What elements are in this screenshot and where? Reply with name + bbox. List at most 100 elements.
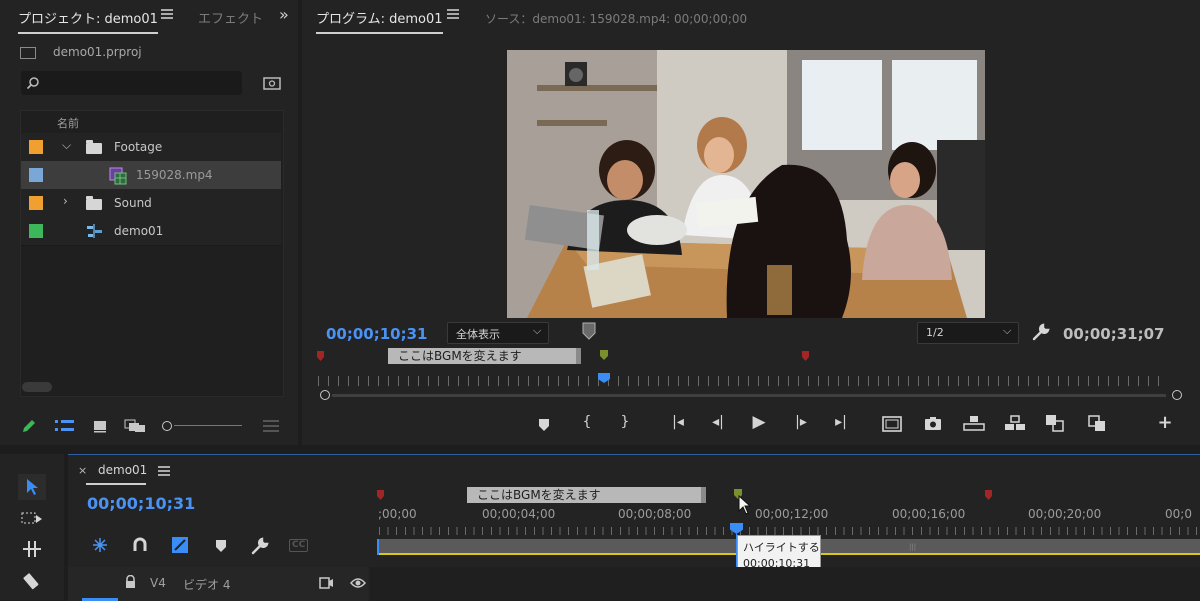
timeline-time-ruler[interactable] bbox=[379, 527, 1200, 535]
ruler-label: 00;00;04;00 bbox=[482, 507, 556, 521]
proxy-toggle-icon[interactable] bbox=[1087, 414, 1107, 432]
list-view-icon[interactable] bbox=[55, 419, 75, 433]
scrollbar-track[interactable] bbox=[332, 394, 1166, 397]
list-scrollbar[interactable] bbox=[22, 382, 52, 392]
timeline-comment-marker[interactable]: ここはBGMを変えます bbox=[467, 487, 706, 503]
razor-icon bbox=[23, 573, 39, 590]
sequence-tab[interactable]: demo01 bbox=[98, 463, 147, 477]
program-current-timecode[interactable]: 00;00;10;31 bbox=[326, 325, 428, 343]
ripple-edit-tool[interactable] bbox=[18, 536, 46, 562]
snap-magnet-icon[interactable] bbox=[132, 537, 148, 553]
zoom-slider-track[interactable] bbox=[174, 425, 242, 426]
project-file-name: demo01.prproj bbox=[53, 45, 142, 59]
lock-icon[interactable] bbox=[125, 575, 136, 589]
nest-icon[interactable] bbox=[92, 537, 108, 553]
marker-green[interactable] bbox=[600, 350, 608, 360]
program-duration-timecode: 00;00;31;07 bbox=[1063, 325, 1165, 343]
tab-menu-icon[interactable] bbox=[158, 466, 170, 476]
selection-arrow-icon bbox=[27, 479, 38, 495]
mark-out-icon[interactable]: } bbox=[614, 414, 636, 430]
wrench-icon[interactable] bbox=[1032, 323, 1050, 341]
timeline-panel: × demo01 00;00;10;31 CC ここはBGMを変えます ;00;… bbox=[68, 454, 1200, 601]
captions-cc-icon[interactable]: CC bbox=[289, 539, 309, 552]
comment-marker-label: ここはBGMを変えます bbox=[477, 488, 601, 502]
label-color-swatch[interactable] bbox=[29, 168, 43, 182]
scrollbar-right-handle[interactable] bbox=[1172, 390, 1182, 400]
marker-shield-icon[interactable] bbox=[582, 322, 596, 340]
compare-view-icon[interactable] bbox=[1045, 414, 1065, 432]
marker-red[interactable] bbox=[985, 490, 992, 500]
chevron-right-icon[interactable]: › bbox=[63, 194, 68, 208]
label-color-swatch[interactable] bbox=[29, 196, 43, 210]
scrollbar-left-handle[interactable] bbox=[320, 390, 330, 400]
sync-lock-camera-icon[interactable] bbox=[319, 577, 334, 589]
program-time-ruler[interactable] bbox=[318, 376, 1168, 386]
marker-range-end bbox=[701, 487, 706, 503]
ruler-label: 00;00;12;00 bbox=[755, 507, 829, 521]
tools-panel bbox=[0, 454, 64, 600]
marker-red[interactable] bbox=[317, 351, 324, 361]
tab-source[interactable]: ソース：demo01: 159028.mp4: 00;00;00;00 bbox=[485, 10, 747, 27]
go-to-out-icon[interactable]: ▸| bbox=[830, 414, 852, 430]
track-label[interactable]: ビデオ 4 bbox=[183, 576, 230, 593]
timeline-current-timecode[interactable]: 00;00;10;31 bbox=[87, 494, 195, 513]
sequence-icon bbox=[87, 224, 102, 238]
list-item-label: Footage bbox=[114, 140, 163, 154]
list-item-clip[interactable]: 159028.mp4 bbox=[21, 161, 281, 190]
resolution-select[interactable]: 1/2 ⌵ bbox=[917, 322, 1019, 344]
add-marker-icon[interactable] bbox=[215, 539, 227, 553]
track-select-tool[interactable] bbox=[18, 506, 46, 532]
play-icon[interactable]: ▶ bbox=[748, 412, 770, 432]
work-area-start[interactable] bbox=[377, 539, 379, 555]
list-item-footage[interactable]: ⌵ Footage bbox=[21, 133, 281, 162]
add-marker-icon[interactable] bbox=[538, 418, 550, 432]
timeline-settings-wrench-icon[interactable] bbox=[251, 537, 269, 555]
icon-view-icon[interactable] bbox=[93, 419, 107, 433]
marker-red[interactable] bbox=[377, 490, 384, 500]
close-sequence-icon[interactable]: × bbox=[78, 464, 87, 477]
safe-margins-icon[interactable] bbox=[882, 416, 902, 432]
marker-red[interactable] bbox=[802, 351, 809, 361]
column-header-name[interactable]: 名前 bbox=[57, 115, 79, 131]
chevron-down-icon[interactable]: ⌵ bbox=[62, 138, 71, 153]
new-search-bin-icon[interactable] bbox=[263, 75, 281, 91]
ruler-label: 00;00;20;00 bbox=[1028, 507, 1102, 521]
program-zoom-scrollbar[interactable] bbox=[320, 390, 1190, 400]
tab-effects[interactable]: エフェクト bbox=[198, 8, 263, 27]
pencil-icon[interactable] bbox=[21, 418, 37, 434]
label-color-swatch[interactable] bbox=[29, 140, 43, 154]
list-item-sequence[interactable]: demo01 bbox=[21, 217, 281, 246]
tab-program[interactable]: プログラム: demo01 bbox=[316, 8, 443, 34]
mark-in-icon[interactable]: { bbox=[576, 414, 598, 430]
marker-range-end bbox=[576, 348, 581, 364]
label-color-swatch[interactable] bbox=[29, 224, 43, 238]
export-frame-camera-icon[interactable] bbox=[924, 416, 942, 431]
extract-icon[interactable] bbox=[1004, 415, 1026, 431]
add-button-icon[interactable]: + bbox=[1154, 412, 1176, 433]
track-v4-lane[interactable] bbox=[370, 567, 1200, 601]
project-panel: プロジェクト: demo01 エフェクト » demo01.prproj 名前 … bbox=[0, 0, 298, 445]
go-to-in-icon[interactable]: |◂ bbox=[667, 414, 689, 430]
project-file-icon bbox=[20, 47, 36, 59]
tab-project[interactable]: プロジェクト: demo01 bbox=[18, 8, 158, 34]
lift-icon[interactable] bbox=[963, 415, 985, 431]
tab-menu-icon[interactable] bbox=[161, 9, 173, 19]
list-item-sound[interactable]: › Sound bbox=[21, 189, 281, 218]
program-video-frame[interactable] bbox=[507, 50, 985, 318]
zoom-level-select[interactable]: 全体表示 ⌵ bbox=[447, 322, 549, 344]
linked-selection-icon[interactable] bbox=[171, 536, 189, 554]
razor-tool[interactable] bbox=[18, 568, 46, 594]
selection-tool[interactable] bbox=[18, 474, 46, 500]
tab-overflow-icon[interactable]: » bbox=[279, 5, 289, 24]
tab-menu-icon[interactable] bbox=[447, 9, 459, 19]
step-forward-icon[interactable]: |▸ bbox=[790, 414, 812, 430]
search-input[interactable] bbox=[21, 71, 242, 95]
zoom-slider-handle[interactable] bbox=[162, 421, 172, 431]
step-back-icon[interactable]: ◂| bbox=[707, 414, 729, 430]
sort-icon[interactable] bbox=[263, 419, 279, 433]
zoom-slider[interactable] bbox=[162, 420, 242, 432]
program-comment-marker[interactable]: ここはBGMを変えます bbox=[388, 348, 581, 364]
resolution-value: 1/2 bbox=[926, 326, 944, 339]
freeform-view-icon[interactable] bbox=[124, 419, 146, 433]
eye-icon[interactable] bbox=[350, 577, 366, 589]
